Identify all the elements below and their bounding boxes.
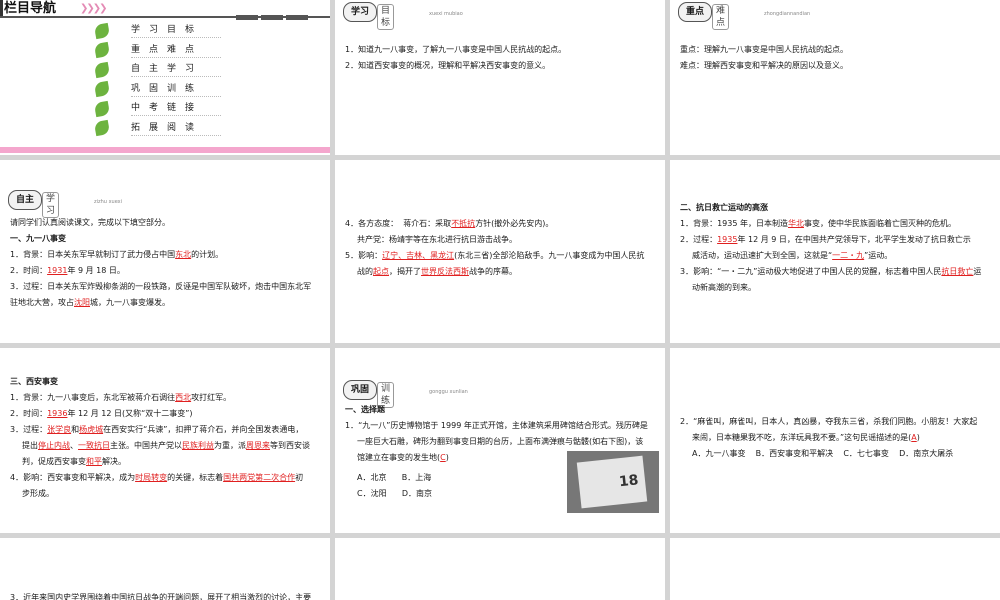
text-line: 判，促成西安事变和平解决。 xyxy=(22,457,126,466)
keypoint-line: 重点：理解九一八事变是中国人民抗战的起点。 xyxy=(680,45,848,54)
text-line: 提出停止内战、一致抗日主张。中国共产党以民族利益为重，派周恩来等到西安谈 xyxy=(22,441,310,450)
option-d[interactable]: D．南京大屠杀 xyxy=(899,449,953,458)
leaf-icon xyxy=(93,61,111,78)
section-heading: 二、抗日救亡运动的高涨 xyxy=(680,203,768,212)
nav-item-exam-link[interactable]: 中考链接 xyxy=(93,99,221,119)
section-heading: 一、选择题 xyxy=(345,405,385,414)
goal-line: 2．知道西安事变的概况，理解和平解决西安事变的意义。 xyxy=(345,61,551,70)
nav-item-reading[interactable]: 拓展阅读 xyxy=(93,119,221,139)
intro-text: 请同学们认真阅读课文，完成以下填空部分。 xyxy=(10,218,170,227)
option-b[interactable]: B．西安事变和平解决 xyxy=(756,449,834,458)
slide-blank[interactable] xyxy=(670,538,1000,600)
section-heading: 三、西安事变 xyxy=(10,377,58,386)
slide-national-salvation[interactable]: 二、抗日救亡运动的高涨 1．背景：1935 年，日本制造华北事变，使中华民族面临… xyxy=(670,160,1000,343)
section-pinyin: gonggu xunlian xyxy=(429,389,468,395)
section-heading: 一、九一八事变 xyxy=(10,234,66,243)
goal-line: 1．知道九一八事变，了解九一八事变是中国人民抗战的起点。 xyxy=(345,45,567,54)
text-line: 2．过程：1935年 12 月 9 日，在中国共产党领导下，北平学生发动了抗日救… xyxy=(680,235,971,244)
section-pinyin: xuexi mubiao xyxy=(429,11,463,17)
section-badge: 巩固 xyxy=(343,380,377,400)
question-line: 1．“九一八”历史博物馆于 1999 年正式开馆，主体建筑采用碑馆结合形式。残历… xyxy=(345,421,648,430)
section-badge: 自主 xyxy=(8,190,42,210)
pink-footer-bar xyxy=(0,147,330,153)
text-line: 1．背景：日本关东军早就制订了武力侵占中国东北的计划。 xyxy=(10,250,224,259)
question-3-content: 3．近年来国内史学界围绕着中国抗日战争的开端问题，展开了相当激烈的讨论，主要 xyxy=(10,590,322,600)
nav-divider xyxy=(0,16,330,18)
nav-item-practice[interactable]: 巩固训练 xyxy=(93,80,221,100)
text-line: 驻地北大营，攻占沈阳城，九一八事变爆发。 xyxy=(10,298,170,307)
xian-content: 三、西安事变 1．背景：九一八事变后，东北军被蒋介石调往西北攻打红军。 2．时间… xyxy=(10,374,322,502)
text-line: 4．各方态度： 蒋介石：采取不抵抗方针(撤外必先安内)。 xyxy=(345,219,554,228)
slide-navigation[interactable]: 栏目导航 ❯❯❯❯ 学习目标 重点难点 自主学习 巩固训练 中考链接 拓展阅读 xyxy=(0,0,330,155)
text-line: 3．过程：张学良和杨虎城在西安实行“兵谏”，扣押了蒋介石，并向全国发表通电， xyxy=(10,425,304,434)
slide-attitudes[interactable]: 4．各方态度： 蒋介石：采取不抵抗方针(撤外必先安内)。 共产党：杨靖宇等在东北… xyxy=(335,160,665,343)
calendar-date: 18 xyxy=(618,472,640,491)
nav-list: 学习目标 重点难点 自主学习 巩固训练 中考链接 拓展阅读 xyxy=(93,21,221,139)
text-line: 共产党：杨靖宇等在东北进行抗日游击战争。 xyxy=(357,235,517,244)
question-line: 2．“麻雀叫，麻雀叫，日本人，真凶暴，夺我东三省，杀我们同胞。小朋友！大家起 xyxy=(680,417,978,426)
text-line: 威活动，运动迅速扩大到全国，这就是“一二・九”运动。 xyxy=(692,251,893,260)
text-line: 战的起点，揭开了世界反法西斯战争的序幕。 xyxy=(357,267,517,276)
nav-tab-marks xyxy=(236,10,311,26)
leaf-icon xyxy=(93,81,111,98)
text-line: 2．时间：1936年 12 月 12 日(又称“双十二事变”) xyxy=(10,409,193,418)
section-badge: 重点 xyxy=(678,2,712,22)
nav-item-goals[interactable]: 学习目标 xyxy=(93,21,221,41)
text-line: 3．过程：日本关东军炸毁柳条湖的一段铁路，反诬是中国军队破坏，炮击中国东北军 xyxy=(10,282,312,291)
slide-blank[interactable] xyxy=(335,538,665,600)
self-study-content: 请同学们认真阅读课文，完成以下填空部分。 一、九一八事变 1．背景：日本关东军早… xyxy=(10,215,322,311)
slide-self-study[interactable]: 自主 学习 zizhu xuexi 请同学们认真阅读课文，完成以下填空部分。 一… xyxy=(0,160,330,343)
chevron-right-icon: ❯❯❯❯ xyxy=(80,3,107,14)
option-c[interactable]: C．七七事变 xyxy=(843,449,889,458)
text-line: 3．影响：“一・二九”运动极大地促进了中国人民的觉醒，标志着中国人民抗日救亡运 xyxy=(680,267,982,276)
nav-item-self-study[interactable]: 自主学习 xyxy=(93,60,221,80)
slide-question-3[interactable]: 3．近年来国内史学界围绕着中国抗日战争的开端问题，展开了相当激烈的讨论，主要 xyxy=(0,538,330,600)
slide-xian-incident[interactable]: 三、西安事变 1．背景：九一八事变后，东北军被蒋介石调往西北攻打红军。 2．时间… xyxy=(0,348,330,533)
question-line: 一座巨大石雕，碑形为翻到事变日期的台历，上面布满弹痕与骷髅(如右下图)，该 xyxy=(357,437,644,446)
nav-item-keypoints[interactable]: 重点难点 xyxy=(93,41,221,61)
text-line: 2．时间：1931年 9 月 18 日。 xyxy=(10,266,125,275)
option-c[interactable]: C．沈阳 xyxy=(357,489,387,498)
leaf-icon xyxy=(93,120,111,137)
option-b[interactable]: B．上海 xyxy=(402,473,432,482)
section-subtitle: 目标 xyxy=(377,4,395,30)
slide-question-2[interactable]: 2．“麻雀叫，麻雀叫，日本人，真凶暴，夺我东三省，杀我们同胞。小朋友！大家起 来… xyxy=(670,348,1000,533)
section-pinyin: zhongdiannandian xyxy=(764,11,811,17)
question-line: 3．近年来国内史学界围绕着中国抗日战争的开端问题，展开了相当激烈的讨论，主要 xyxy=(10,593,312,600)
leaf-icon xyxy=(93,22,111,39)
question-line: 来闹，日本糖果我不吃，东洋玩具我不要。”这句民谣描述的是(A) xyxy=(692,433,920,442)
options-row: A．九一八事变 B．西安事变和平解决 C．七七事变 D．南京大屠杀 xyxy=(680,446,992,462)
leaf-icon xyxy=(93,42,111,59)
text-line: 1．背景：九一八事变后，东北军被蒋介石调往西北攻打红军。 xyxy=(10,393,232,402)
text-line: 1．背景：1935 年，日本制造华北事变，使中华民族面临着亡国灭种的危机。 xyxy=(680,219,956,228)
question-2-content: 2．“麻雀叫，麻雀叫，日本人，真凶暴，夺我东三省，杀我们同胞。小朋友！大家起 来… xyxy=(680,414,992,462)
text-line: 步形成。 xyxy=(22,489,54,498)
section-subtitle: 难点 xyxy=(712,4,730,30)
section-pinyin: zizhu xuexi xyxy=(94,199,123,205)
option-a[interactable]: A．北京 xyxy=(357,473,386,482)
slide-practice[interactable]: 巩固 训练 gonggu xunlian 一、选择题 1．“九一八”历史博物馆于… xyxy=(335,348,665,533)
attitudes-content: 4．各方态度： 蒋介石：采取不抵抗方针(撤外必先安内)。 共产党：杨靖宇等在东北… xyxy=(345,216,657,280)
slide-keypoints[interactable]: 重点 难点 zhongdiannandian 重点：理解九一八事变是中国人民抗战… xyxy=(670,0,1000,155)
option-d[interactable]: D．南京 xyxy=(402,489,432,498)
text-line: 5．影响：辽宁、吉林、黑龙江(东北三省)全部沦陷敌手。九一八事变成为中国人民抗 xyxy=(345,251,645,260)
keypoint-line: 难点：理解西安事变和平解决的原因以及意义。 xyxy=(680,61,848,70)
stone-calendar-photo: 18 xyxy=(567,451,659,513)
slide-goals[interactable]: 学习 目标 xuexi mubiao 1．知道九一八事变，了解九一八事变是中国人… xyxy=(335,0,665,155)
leaf-icon xyxy=(93,100,111,117)
text-line: 4．影响：西安事变和平解决，成为时局转变的关键，标志着国共两党第二次合作初 xyxy=(10,473,304,482)
goals-content: 1．知道九一八事变，了解九一八事变是中国人民抗战的起点。 2．知道西安事变的概况… xyxy=(345,42,657,74)
text-line: 动新高潮的到来。 xyxy=(692,283,756,292)
title-accent xyxy=(0,0,3,16)
option-a[interactable]: A．九一八事变 xyxy=(692,449,745,458)
salvation-content: 二、抗日救亡运动的高涨 1．背景：1935 年，日本制造华北事变，使中华民族面临… xyxy=(680,200,992,296)
keypoints-content: 重点：理解九一八事变是中国人民抗战的起点。 难点：理解西安事变和平解决的原因以及… xyxy=(680,42,992,74)
section-badge: 学习 xyxy=(343,2,377,22)
